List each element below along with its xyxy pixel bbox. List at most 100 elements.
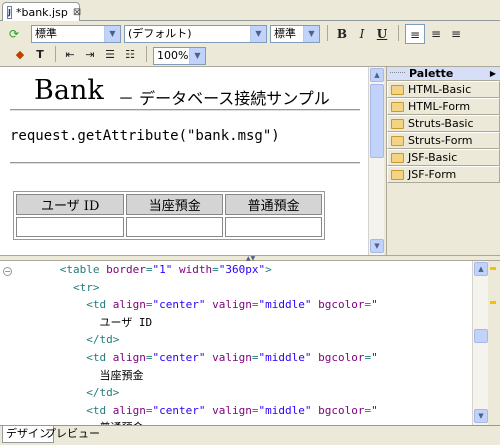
source-editor[interactable]: − <table border="1" width="360px"> <tr> … (0, 261, 472, 425)
code-token: align (112, 350, 146, 364)
code-token: "middle" (258, 298, 312, 312)
code-token: align (112, 298, 146, 312)
font-family-select[interactable]: (デフォルト) ▼ (124, 25, 267, 43)
code-token: " (371, 298, 378, 312)
chevron-down-icon: ▼ (189, 48, 205, 64)
toolbar-separator (398, 25, 399, 41)
scroll-thumb[interactable] (370, 84, 384, 158)
formatting-toolbar: ⟳ 標準 ▼ (デフォルト) ▼ 標準 ▼ B I U ≡ ≡ ≡ ◆ T ⇤ … (0, 21, 500, 67)
drag-grip-icon[interactable] (390, 72, 405, 75)
toolbar-separator (55, 46, 56, 62)
chevron-down-icon: ▼ (250, 26, 266, 42)
palette-item-struts-basic[interactable]: Struts-Basic (387, 115, 500, 132)
palette-item-jsf-basic[interactable]: JSF-Basic (387, 149, 500, 166)
font-size-value: 標準 (274, 27, 296, 40)
code-token: <td (86, 403, 113, 417)
palette-item-label: Struts-Basic (408, 117, 474, 130)
annotation-marker[interactable] (490, 267, 496, 270)
code-token: "center" (152, 403, 206, 417)
numbered-list-icon[interactable]: ☰ (100, 45, 120, 65)
code-line: </td> (20, 384, 378, 402)
folder-icon (391, 169, 404, 180)
table-header-cell: 当座預金 (126, 194, 224, 215)
design-canvas[interactable]: Bank － データベース接続サンプル request.getAttribute… (0, 67, 368, 255)
scroll-down-icon[interactable]: ▼ (370, 239, 384, 253)
outdent-icon[interactable]: ⇤ (60, 45, 80, 65)
tab-preview[interactable]: プレビュー (42, 426, 103, 443)
code-token: <table (59, 263, 107, 276)
palette-item-html-form[interactable]: HTML-Form (387, 98, 500, 115)
align-center-icon[interactable]: ≡ (426, 24, 446, 44)
zoom-select[interactable]: 100% ▼ (153, 47, 206, 65)
code-token: valign (212, 298, 252, 312)
chevron-right-icon[interactable]: ▶ (490, 67, 496, 80)
palette-item-label: JSF-Form (408, 168, 457, 181)
page-heading: Bank (34, 75, 104, 106)
editor-tab-title: *bank.jsp (15, 5, 68, 19)
jsp-file-icon: J (7, 5, 12, 19)
palette-title: Palette (409, 67, 454, 80)
refresh-icon[interactable]: ⟳ (4, 24, 24, 44)
palette-item-label: JSF-Basic (408, 151, 458, 164)
folder-icon (391, 152, 404, 163)
code-token: " (371, 403, 378, 417)
editor-tab-strip: J *bank.jsp ⊠ (0, 0, 500, 21)
code-line: <tr> (20, 279, 378, 297)
code-token: valign (212, 403, 252, 417)
code-token: <td (86, 350, 113, 364)
palette-item-html-basic[interactable]: HTML-Basic (387, 81, 500, 98)
annotation-marker[interactable] (490, 301, 496, 304)
font-size-select[interactable]: 標準 ▼ (270, 25, 320, 43)
code-line: <td align="center" valign="middle" bgcol… (20, 349, 377, 367)
code-token: bgcolor (318, 350, 365, 364)
scroll-down-icon[interactable]: ▼ (474, 409, 488, 423)
source-scrollbar[interactable]: ▲ ▼ (472, 261, 488, 425)
font-family-value: (デフォルト) (128, 27, 192, 40)
scroll-thumb[interactable] (474, 329, 488, 343)
view-tabs: デザイン プレビュー (0, 425, 500, 445)
code-token: bgcolor (318, 403, 365, 417)
design-scrollbar[interactable]: ▲ ▼ (368, 67, 384, 255)
bullet-list-icon[interactable]: ☷ (120, 45, 140, 65)
table-header-row: ユーザ ID 当座預金 普通預金 (16, 194, 322, 215)
underline-button[interactable]: U (372, 24, 392, 44)
folder-icon (391, 84, 404, 95)
code-token: = (212, 263, 219, 276)
code-token: valign (212, 350, 252, 364)
code-token: ユーザ ID (99, 315, 153, 329)
paragraph-style-select[interactable]: 標準 ▼ (31, 25, 121, 43)
text-color-icon[interactable]: T (30, 45, 50, 65)
code-token: align (112, 403, 146, 417)
code-line: <td align="center" valign="middle" bgcol… (20, 296, 378, 314)
align-left-icon[interactable]: ≡ (405, 24, 425, 44)
scroll-up-icon[interactable]: ▲ (474, 262, 488, 276)
palette-item-jsf-form[interactable]: JSF-Form (387, 166, 500, 183)
code-line: 当座預金 (20, 367, 378, 385)
table-header-cell: ユーザ ID (16, 194, 125, 215)
scroll-up-icon[interactable]: ▲ (370, 68, 384, 82)
chevron-down-icon: ▼ (104, 26, 120, 42)
editor-tab-bank-jsp[interactable]: J *bank.jsp ⊠ (2, 2, 81, 21)
italic-button[interactable]: I (352, 24, 372, 44)
table-cell (16, 217, 125, 237)
code-token: "middle" (258, 350, 312, 364)
close-icon[interactable]: ⊠ (73, 7, 81, 18)
fold-toggle-icon[interactable]: − (3, 267, 12, 276)
palette-item-struts-form[interactable]: Struts-Form (387, 132, 500, 149)
bold-button[interactable]: B (332, 24, 352, 44)
code-token: </td> (86, 333, 120, 347)
indent-icon[interactable]: ⇥ (80, 45, 100, 65)
table-cell (126, 217, 224, 237)
align-right-icon[interactable]: ≡ (446, 24, 466, 44)
horizontal-rule (10, 109, 360, 111)
code-token: "middle" (258, 403, 312, 417)
palette-item-label: HTML-Form (408, 100, 471, 113)
table-row (16, 217, 322, 237)
code-line: <table border="1" width="360px"> (20, 261, 378, 279)
background-color-icon[interactable]: ◆ (10, 45, 30, 65)
folder-icon (391, 118, 404, 129)
toolbar-separator (327, 25, 328, 41)
horizontal-rule (10, 162, 360, 164)
code-token: width (178, 263, 213, 276)
